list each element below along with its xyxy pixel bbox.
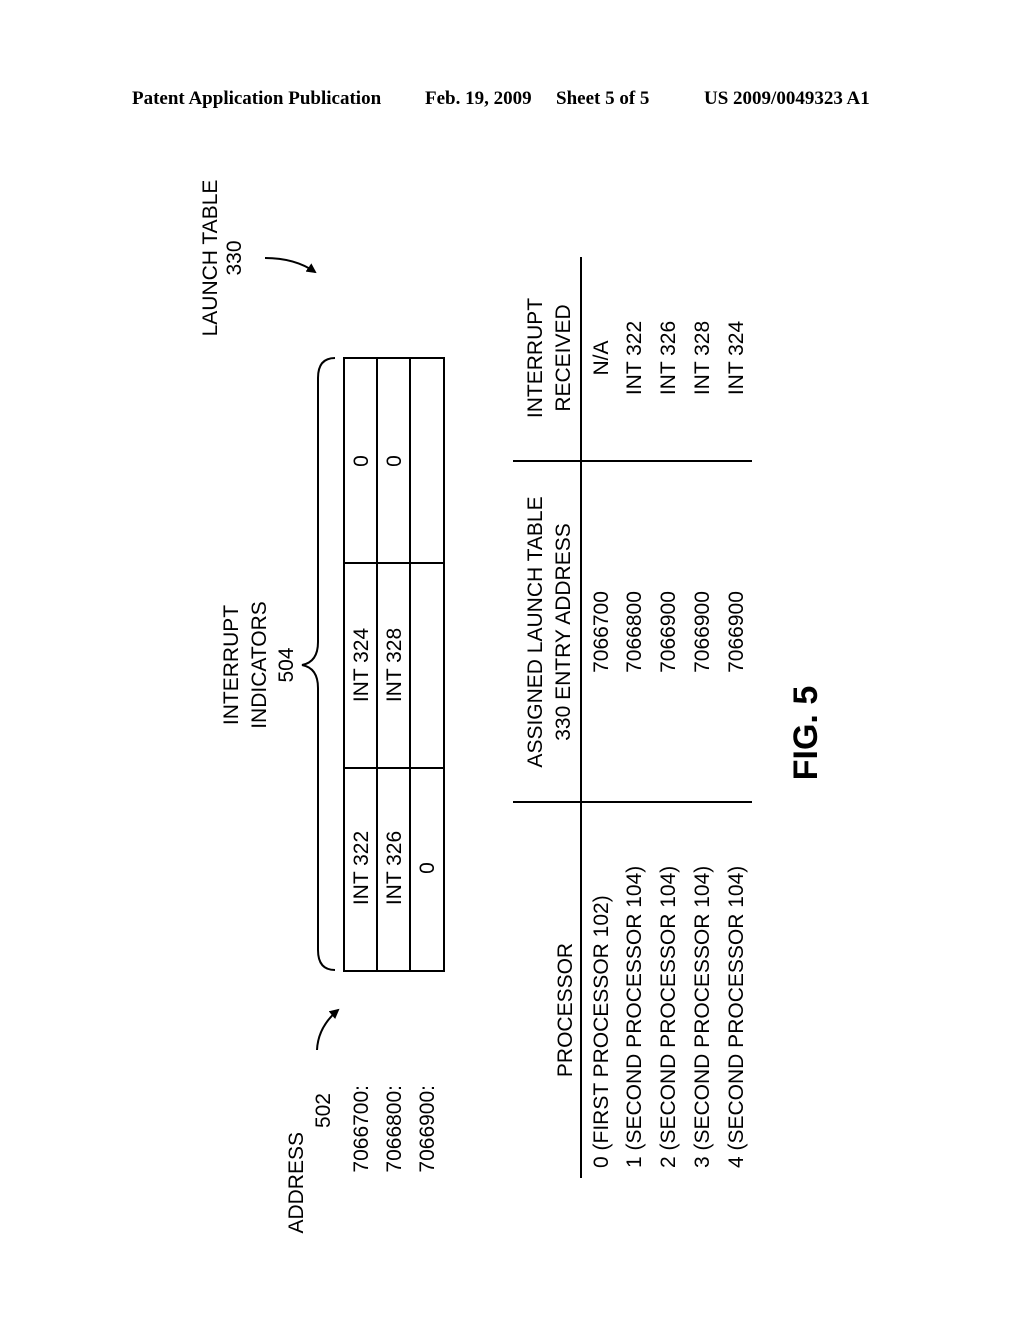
address-cell: 7066900 [691,591,714,673]
indicators-brace [301,357,336,971]
header-address-line2: 330 ENTRY ADDRESS [552,523,575,741]
header-interrupt-line2: RECEIVED [552,304,575,411]
processor-cell: 0 (FIRST PROCESSOR 102) [590,895,613,1168]
memory-cell: INT 326 [383,831,406,905]
address-label: ADDRESS [285,1132,308,1234]
memory-cell: INT 322 [350,831,373,905]
processor-cell: 2 (SECOND PROCESSOR 104) [657,866,680,1168]
processor-cell: 4 (SECOND PROCESSOR 104) [725,866,748,1168]
processor-cell: 3 (SECOND PROCESSOR 104) [691,866,714,1168]
header-interrupt-line1: INTERRUPT [524,298,547,418]
interrupt-cell: INT 326 [657,321,680,395]
memory-cell: 0 [383,455,406,467]
table-row: 3 (SECOND PROCESSOR 104) 7066900 INT 328 [691,321,714,1168]
address-cell: 7066900 [657,591,680,673]
memory-address: 7066900: [416,1085,439,1173]
interrupt-cell: N/A [590,340,613,375]
header-processor: PROCESSOR [554,943,577,1077]
address-ref: 502 [312,1093,335,1128]
table-row: 1 (SECOND PROCESSOR 104) 7066800 INT 322 [623,321,646,1168]
processor-cell: 1 (SECOND PROCESSOR 104) [623,866,646,1168]
address-cell: 7066700 [590,591,613,673]
memory-address: 7066800: [383,1085,406,1173]
indicators-label-line2: INDICATORS [248,601,271,729]
table-row: 4 (SECOND PROCESSOR 104) 7066900 INT 324 [725,321,748,1168]
launch-table-arrow [264,257,317,274]
figure-5-diagram: LAUNCH TABLE 330 INTERRUPT INDICATORS 50… [199,180,825,1234]
table-row: 0 (FIRST PROCESSOR 102) 7066700 N/A [590,340,613,1168]
interrupt-cell: INT 322 [623,321,646,395]
indicators-label-ref: 504 [275,647,298,682]
interrupt-cell: INT 324 [725,321,748,396]
address-cell: 7066800 [623,591,646,673]
indicators-label-line1: INTERRUPT [220,605,243,725]
memory-cell: INT 324 [350,628,373,703]
table-row: 2 (SECOND PROCESSOR 104) 7066900 INT 326 [657,321,680,1168]
memory-cell: 0 [350,455,373,467]
memory-cell: 0 [416,862,439,874]
memory-address: 7066700: [350,1085,373,1173]
interrupt-cell: INT 328 [691,321,714,395]
launch-table-ref: 330 [223,240,246,275]
launch-table-label: LAUNCH TABLE [199,180,222,337]
memory-cell: INT 328 [383,628,406,702]
address-arrow [316,1008,340,1051]
address-cell: 7066900 [725,591,748,673]
figure-label: FIG. 5 [787,686,825,780]
header-address-line1: ASSIGNED LAUNCH TABLE [524,496,547,767]
